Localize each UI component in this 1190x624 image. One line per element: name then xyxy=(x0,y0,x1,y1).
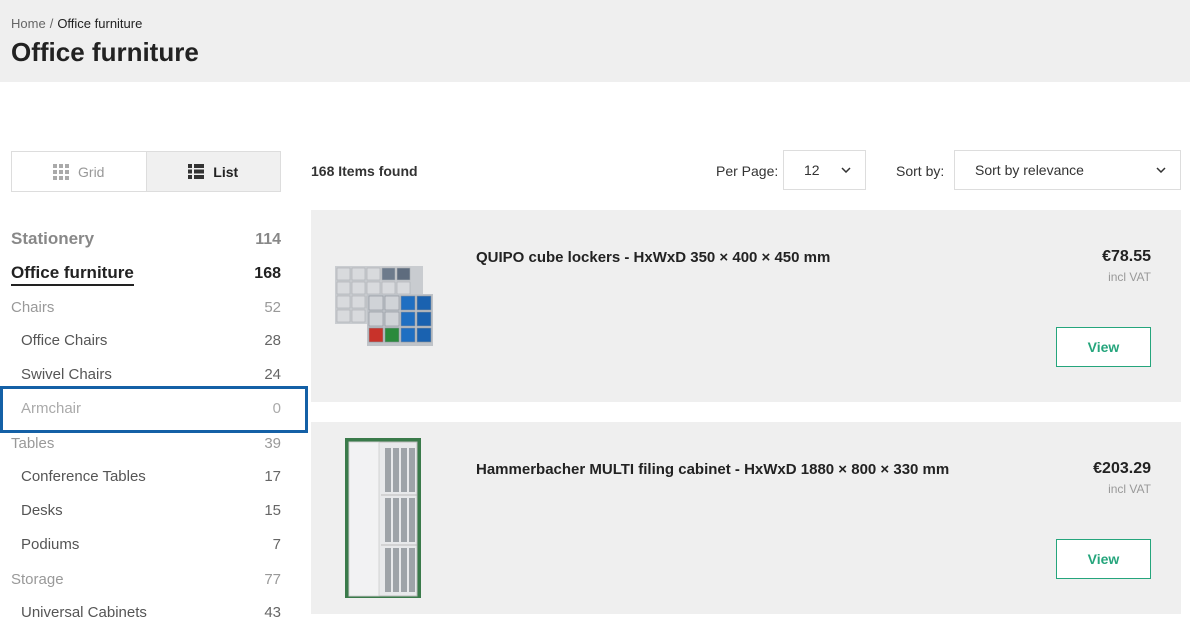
product-card: QUIPO cube lockers - HxWxD 350 × 400 × 4… xyxy=(311,210,1181,402)
category-stationery[interactable]: Stationery 114 xyxy=(11,229,281,249)
category-label: Tables xyxy=(11,435,55,452)
product-card: Hammerbacher MULTI filing cabinet - HxWx… xyxy=(311,422,1181,614)
product-name[interactable]: QUIPO cube lockers - HxWxD 350 × 400 × 4… xyxy=(476,249,830,266)
category-label: Stationery xyxy=(11,229,95,248)
breadcrumb: Home / Office furniture xyxy=(11,16,142,31)
category-label: Conference Tables xyxy=(21,468,146,485)
page-header: Home / Office furniture Office furniture xyxy=(0,0,1190,82)
per-page-value: 12 xyxy=(804,162,820,178)
chevron-down-icon xyxy=(841,167,851,173)
product-image-filing-cabinet xyxy=(345,438,421,598)
category-label: Chairs xyxy=(11,299,55,316)
breadcrumb-separator: / xyxy=(49,16,54,31)
category-label: Desks xyxy=(21,502,63,519)
category-conference-tables[interactable]: Conference Tables 17 xyxy=(11,468,281,485)
sort-select[interactable]: Sort by relevance xyxy=(954,150,1181,190)
list-view-button[interactable]: List xyxy=(145,152,280,191)
category-office-chairs[interactable]: Office Chairs 28 xyxy=(11,332,281,349)
category-chairs[interactable]: Chairs 52 xyxy=(11,299,281,316)
category-label: Office furniture xyxy=(11,263,134,286)
breadcrumb-current: Office furniture xyxy=(57,16,143,31)
product-image-lockers xyxy=(335,266,433,346)
view-product-button[interactable]: View xyxy=(1056,327,1151,367)
category-tables[interactable]: Tables 39 xyxy=(11,435,281,452)
list-view-label: List xyxy=(213,163,239,180)
category-count: 17 xyxy=(264,468,281,485)
product-vat-note: incl VAT xyxy=(1108,270,1151,284)
product-name[interactable]: Hammerbacher MULTI filing cabinet - HxWx… xyxy=(476,461,949,478)
grid-icon xyxy=(53,163,70,180)
category-count: 39 xyxy=(264,435,281,452)
category-label: Swivel Chairs xyxy=(21,366,112,383)
category-count: 7 xyxy=(272,536,281,553)
list-icon xyxy=(188,164,205,179)
category-universal-cabinets[interactable]: Universal Cabinets 43 xyxy=(11,604,281,621)
focus-outline xyxy=(0,386,308,433)
category-office-furniture[interactable]: Office furniture 168 xyxy=(11,263,281,286)
chevron-down-icon xyxy=(1156,167,1166,173)
sort-value: Sort by relevance xyxy=(975,162,1084,178)
category-count: 114 xyxy=(255,231,281,248)
sort-label: Sort by: xyxy=(896,163,945,179)
category-label: Podiums xyxy=(21,536,80,553)
category-count: 15 xyxy=(264,502,281,519)
items-found-count: 168 Items found xyxy=(311,163,418,179)
view-toggle: Grid List xyxy=(11,151,281,192)
category-count: 52 xyxy=(264,299,281,316)
product-price: €78.55 xyxy=(1102,248,1151,265)
category-storage[interactable]: Storage 77 xyxy=(11,571,281,588)
grid-view-label: Grid xyxy=(78,163,105,180)
per-page-select[interactable]: 12 xyxy=(783,150,866,190)
per-page-label: Per Page: xyxy=(716,163,779,179)
category-count: 43 xyxy=(264,604,281,621)
product-vat-note: incl VAT xyxy=(1108,482,1151,496)
breadcrumb-home-link[interactable]: Home xyxy=(11,16,46,31)
category-label: Office Chairs xyxy=(21,332,108,349)
category-count: 168 xyxy=(254,265,281,282)
category-swivel-chairs[interactable]: Swivel Chairs 24 xyxy=(11,366,281,383)
category-count: 77 xyxy=(264,571,281,588)
category-count: 24 xyxy=(264,366,281,383)
category-podiums[interactable]: Podiums 7 xyxy=(11,536,281,553)
category-count: 28 xyxy=(264,332,281,349)
view-product-button[interactable]: View xyxy=(1056,539,1151,579)
grid-view-button[interactable]: Grid xyxy=(12,152,146,191)
product-price: €203.29 xyxy=(1093,460,1151,477)
category-label: Storage xyxy=(11,571,64,588)
category-desks[interactable]: Desks 15 xyxy=(11,502,281,519)
page-title: Office furniture xyxy=(11,37,199,67)
category-label: Universal Cabinets xyxy=(21,604,147,621)
